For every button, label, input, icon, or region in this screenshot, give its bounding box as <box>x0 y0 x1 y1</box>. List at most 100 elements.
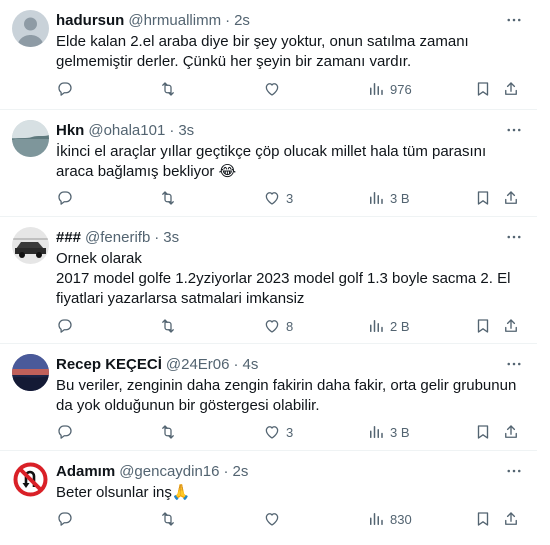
tweet-5[interactable]: Adamım @gencaydin16 · 2s Beter olsunlar … <box>0 451 537 545</box>
bookmark-icon <box>477 191 489 205</box>
separator: · <box>225 11 231 29</box>
author-name[interactable]: Adamım <box>56 463 115 480</box>
like-icon <box>265 320 279 333</box>
author-handle[interactable]: @fenerifb <box>85 229 150 246</box>
views-button[interactable]: 830 <box>367 509 412 529</box>
like-icon <box>265 513 279 526</box>
tweet-text-line: 2017 model golfe 1.2yziyorlar 2023 model… <box>56 270 511 307</box>
like-count: 3 <box>286 424 294 440</box>
like-icon <box>265 83 279 96</box>
bookmark-button[interactable] <box>474 79 492 99</box>
tweet-text: Ornek olarak 2017 model golfe 1.2yziyorl… <box>56 249 525 309</box>
view-count: 830 <box>390 511 412 527</box>
like-icon <box>265 426 279 439</box>
timestamp[interactable]: 3s <box>178 122 194 139</box>
avatar-24er06[interactable] <box>12 354 49 391</box>
bookmark-button[interactable] <box>474 509 492 529</box>
author-name[interactable]: Hkn <box>56 122 84 139</box>
retweet-button[interactable] <box>159 509 177 529</box>
separator: · <box>154 228 160 246</box>
author-name[interactable]: Recep KEÇECİ <box>56 356 162 373</box>
action-bar: 3 3 B <box>56 422 525 442</box>
tweet-text: Bu veriler, zenginin daha zengin fakirin… <box>56 377 517 414</box>
views-button[interactable]: 2 B <box>367 316 410 336</box>
retweet-button[interactable] <box>159 79 177 99</box>
views-button[interactable]: 3 B <box>367 188 410 208</box>
tweet-1[interactable]: hadursun @hrmuallimm · 2s Elde kalan 2.e… <box>0 0 537 110</box>
view-count: 3 B <box>390 190 410 206</box>
avatar-hkn[interactable] <box>12 120 49 157</box>
timestamp[interactable]: 3s <box>163 229 179 246</box>
share-icon <box>505 82 517 95</box>
timestamp[interactable]: 4s <box>242 356 258 373</box>
tweet-2[interactable]: Hkn @ohala101 · 3s İkinci el araçlar yıl… <box>0 110 537 217</box>
views-icon <box>370 320 383 332</box>
more-icon[interactable] <box>505 12 523 28</box>
bookmark-button[interactable] <box>474 316 492 336</box>
like-button[interactable] <box>263 79 286 99</box>
like-count: 8 <box>286 318 294 334</box>
author-handle[interactable]: @hrmuallimm <box>128 12 221 29</box>
views-icon <box>370 426 383 438</box>
like-button[interactable] <box>263 509 286 529</box>
gray-person-avatar <box>12 10 49 47</box>
reply-button[interactable] <box>56 509 74 529</box>
bookmark-icon <box>477 319 489 333</box>
more-icon[interactable] <box>505 356 523 372</box>
more-icon[interactable] <box>505 122 523 138</box>
like-button[interactable]: 3 <box>263 188 293 208</box>
reply-icon <box>58 425 72 439</box>
views-button[interactable]: 3 B <box>367 422 410 442</box>
tweet-text: İkinci el araçlar yıllar geçtikçe çöp ol… <box>56 143 487 180</box>
author-handle[interactable]: @ohala101 <box>88 122 165 139</box>
bookmark-button[interactable] <box>474 188 492 208</box>
share-button[interactable] <box>502 422 520 442</box>
retweet-icon <box>162 425 174 439</box>
bookmark-button[interactable] <box>474 422 492 442</box>
retweet-icon <box>162 512 174 526</box>
share-button[interactable] <box>502 316 520 336</box>
timestamp[interactable]: 2s <box>233 463 249 480</box>
author-handle[interactable]: @gencaydin16 <box>119 463 219 480</box>
retweet-button[interactable] <box>159 422 177 442</box>
retweet-button[interactable] <box>159 316 177 336</box>
share-icon <box>505 319 517 332</box>
tweet-4[interactable]: Recep KEÇECİ @24Er06 · 4s Bu veriler, ze… <box>0 344 537 451</box>
like-button[interactable]: 8 <box>263 316 293 336</box>
avatar-fenerifb[interactable] <box>12 227 49 264</box>
tweet-3[interactable]: ### @fenerifb · 3s Ornek olarak 2017 mod… <box>0 217 537 344</box>
more-icon[interactable] <box>505 463 523 479</box>
avatar-gencaydin16[interactable] <box>12 461 49 498</box>
reply-button[interactable] <box>56 316 74 336</box>
retweet-button[interactable] <box>159 188 177 208</box>
reply-icon <box>58 512 72 526</box>
views-icon <box>370 513 383 525</box>
action-bar: 976 <box>56 79 525 99</box>
views-button[interactable]: 976 <box>367 79 412 99</box>
separator: · <box>233 355 239 373</box>
timestamp[interactable]: 2s <box>234 12 250 29</box>
reply-button[interactable] <box>56 422 74 442</box>
author-name[interactable]: ### <box>56 229 81 246</box>
action-bar: 830 <box>56 509 525 529</box>
share-button[interactable] <box>502 79 520 99</box>
bookmark-icon <box>477 425 489 439</box>
avatar-hadursun[interactable] <box>12 10 49 47</box>
more-icon[interactable] <box>505 229 523 245</box>
sunset-avatar <box>12 354 49 391</box>
author-name[interactable]: hadursun <box>56 12 124 29</box>
like-button[interactable]: 3 <box>263 422 293 442</box>
view-count: 3 B <box>390 424 410 440</box>
separator: · <box>169 121 175 139</box>
reply-icon <box>58 191 72 205</box>
share-button[interactable] <box>502 509 520 529</box>
author-handle[interactable]: @24Er06 <box>166 356 230 373</box>
reply-button[interactable] <box>56 188 74 208</box>
like-icon <box>265 192 279 205</box>
timeline-feed: hadursun @hrmuallimm · 2s Elde kalan 2.e… <box>0 0 537 545</box>
share-button[interactable] <box>502 188 520 208</box>
retweet-icon <box>162 191 174 205</box>
tweet-text: Beter olsunlar inş🙏 <box>56 484 191 501</box>
share-icon <box>505 512 517 525</box>
reply-button[interactable] <box>56 79 74 99</box>
